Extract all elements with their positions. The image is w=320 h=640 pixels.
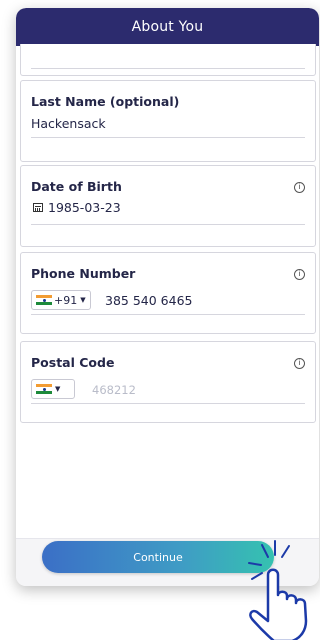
date-of-birth-field[interactable]: 1985-03-23	[48, 200, 121, 215]
last-name-field[interactable]: Hackensack	[31, 116, 106, 131]
postal-code-card[interactable]: Postal Code i ▼ 468212	[20, 341, 316, 423]
india-flag-icon	[36, 384, 52, 394]
page-title: About You	[131, 19, 204, 35]
date-of-birth-card[interactable]: Date of Birth i 1985-03-23	[20, 165, 316, 247]
continue-label: Continue	[133, 550, 183, 564]
postal-code-label: Postal Code	[31, 355, 115, 370]
info-icon[interactable]: i	[294, 358, 305, 369]
phone-number-field[interactable]: 385 540 6465	[105, 293, 192, 308]
phone-number-underline	[31, 314, 305, 315]
previous-field-underline	[31, 68, 305, 69]
hand-pointer-icon	[248, 540, 308, 640]
country-code-select[interactable]: +91 ▼	[31, 290, 91, 310]
date-of-birth-underline	[31, 224, 305, 225]
india-flag-icon	[36, 295, 52, 305]
last-name-label: Last Name (optional)	[31, 94, 180, 109]
app-window: About You Last Name (optional) Hackensac…	[16, 8, 319, 586]
postal-code-underline	[31, 403, 305, 404]
info-icon[interactable]: i	[294, 182, 305, 193]
previous-field-card	[20, 44, 316, 76]
phone-number-card[interactable]: Phone Number i +91 ▼ 385 540 6465	[20, 252, 316, 334]
header-bar: About You	[16, 8, 319, 46]
last-name-underline	[31, 137, 305, 138]
last-name-card[interactable]: Last Name (optional) Hackensack	[20, 80, 316, 162]
chevron-down-icon: ▼	[80, 296, 86, 304]
chevron-down-icon: ▼	[55, 385, 61, 393]
calendar-icon	[33, 203, 43, 212]
country-select[interactable]: ▼	[31, 379, 75, 399]
dial-code: +91	[54, 293, 78, 307]
date-of-birth-label: Date of Birth	[31, 179, 122, 194]
phone-number-label: Phone Number	[31, 266, 136, 281]
postal-code-field[interactable]: 468212	[92, 383, 136, 397]
info-icon[interactable]: i	[294, 269, 305, 280]
